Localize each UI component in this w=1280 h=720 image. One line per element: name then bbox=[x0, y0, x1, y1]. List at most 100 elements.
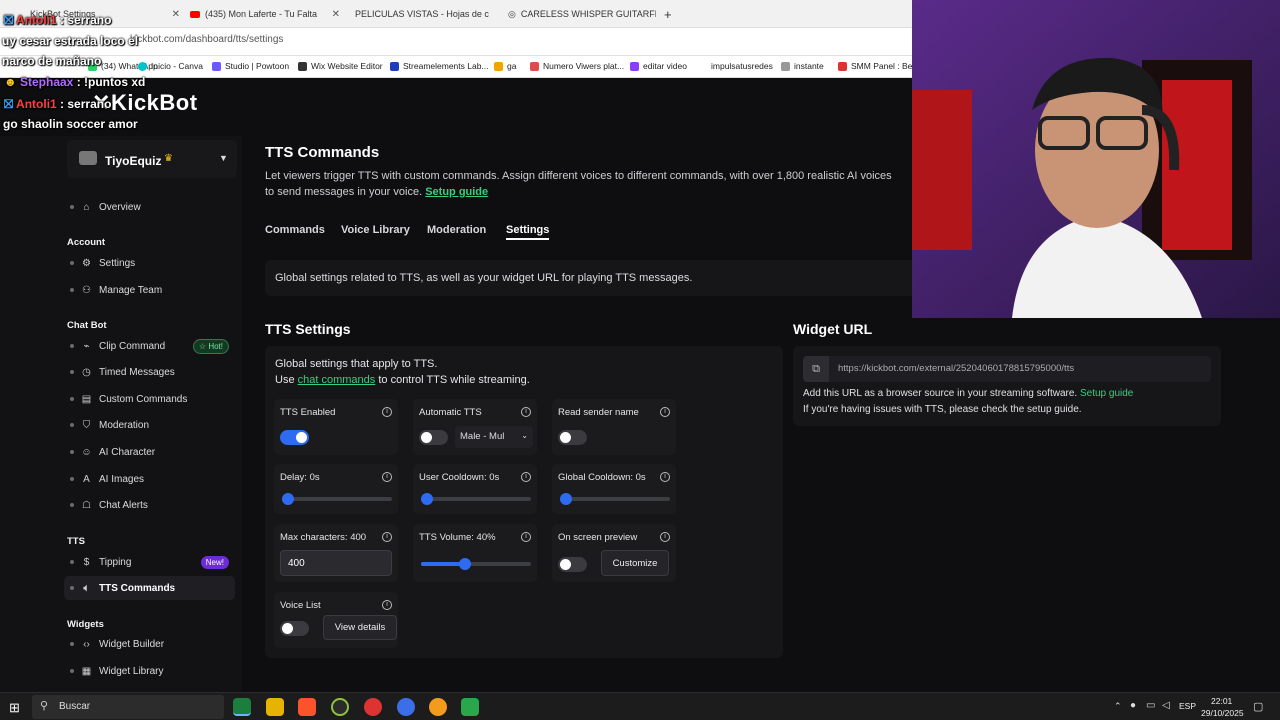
info-icon[interactable]: i bbox=[660, 532, 670, 542]
slider-thumb[interactable] bbox=[459, 558, 471, 570]
voice-select[interactable]: Male - Mul ⌄ bbox=[455, 426, 533, 448]
close-tab-icon[interactable]: ✕ bbox=[332, 9, 340, 20]
bookmark-item[interactable]: editar video bbox=[630, 61, 687, 71]
game-icon[interactable] bbox=[461, 698, 479, 716]
app-icon[interactable] bbox=[429, 698, 447, 716]
setup-guide-link[interactable]: Setup guide bbox=[425, 186, 488, 198]
bookmark-item[interactable]: Studio | Powtoon bbox=[212, 61, 289, 71]
volume-icon[interactable]: ◁ bbox=[1162, 700, 1170, 711]
global-cooldown-slider[interactable] bbox=[560, 493, 670, 505]
tab-careless-whisper[interactable]: ◎CARELESS WHISPER GUITARFL✕ bbox=[508, 4, 656, 24]
app-icon[interactable] bbox=[397, 698, 415, 716]
info-icon[interactable]: i bbox=[382, 532, 392, 542]
bullet bbox=[70, 205, 74, 209]
widget-setup-guide-link[interactable]: Setup guide bbox=[1080, 388, 1133, 399]
obs-icon[interactable] bbox=[364, 698, 382, 716]
bookmark-item[interactable]: instante bbox=[781, 61, 824, 71]
bookmark-item[interactable]: SMM Panel : Best bbox=[838, 61, 919, 71]
sidebar-item-clip-command[interactable]: ⌁ Clip Command ☆ Hot! bbox=[64, 334, 235, 358]
url-text[interactable]: kickbot.com/dashboard/tts/settings bbox=[130, 34, 283, 45]
page-description-line2: to send messages in your voice. Setup gu… bbox=[265, 186, 488, 198]
info-icon[interactable]: i bbox=[521, 532, 531, 542]
widget-url-card: ⧉ https://kickbot.com/external/252040601… bbox=[793, 346, 1221, 426]
close-tab-icon[interactable]: ✕ bbox=[494, 9, 495, 20]
widget-url-field[interactable]: ⧉ https://kickbot.com/external/252040601… bbox=[803, 356, 1211, 382]
info-icon[interactable]: i bbox=[382, 600, 392, 610]
app-icon[interactable] bbox=[331, 698, 349, 716]
chrome-icon[interactable] bbox=[233, 698, 251, 716]
setting-max-characters: Max characters: 400 i bbox=[274, 524, 398, 582]
slider-thumb[interactable] bbox=[282, 493, 294, 505]
bookmark-item[interactable]: Numero Viwers plat... bbox=[530, 61, 624, 71]
view-details-button[interactable]: View details bbox=[323, 615, 397, 640]
chat-message: uy cesar estrada loco el bbox=[2, 34, 139, 48]
windows-start-icon[interactable]: ⊞ bbox=[9, 700, 20, 716]
info-icon[interactable]: i bbox=[382, 407, 392, 417]
tab-settings[interactable]: Settings bbox=[506, 224, 550, 240]
brave-icon[interactable] bbox=[298, 698, 316, 716]
sidebar-item-ai-character[interactable]: ☺ AI Character bbox=[64, 440, 235, 464]
slider-thumb[interactable] bbox=[560, 493, 572, 505]
chevron-down-icon[interactable]: ▼ bbox=[219, 153, 228, 163]
bookmark-item[interactable]: Streamelements Lab... bbox=[390, 61, 489, 71]
clock-time[interactable]: 22:01 bbox=[1211, 696, 1232, 706]
copy-icon[interactable]: ⧉ bbox=[803, 356, 829, 382]
info-icon[interactable]: i bbox=[382, 472, 392, 482]
bookmark-item[interactable]: impulsatusredes bbox=[711, 61, 773, 71]
tts-enabled-toggle[interactable] bbox=[280, 430, 309, 445]
sidebar-item-tts-commands[interactable]: 🔈︎ TTS Commands bbox=[64, 576, 235, 600]
max-characters-input[interactable] bbox=[280, 550, 392, 576]
tab-commands[interactable]: Commands bbox=[265, 224, 325, 236]
bookmark-item[interactable]: Wix Website Editor bbox=[298, 61, 383, 71]
customize-button[interactable]: Customize bbox=[601, 550, 669, 576]
bookmark-label: SMM Panel : Best bbox=[851, 61, 920, 71]
new-tab-button[interactable]: + bbox=[664, 4, 678, 24]
sidebar-item-tipping[interactable]: $ Tipping New! bbox=[64, 550, 235, 574]
tab-sheets[interactable]: PELICULAS VISTAS - Hojas de c ✕ bbox=[350, 4, 495, 24]
sidebar-item-settings[interactable]: ⚙ Settings bbox=[64, 251, 235, 275]
network-icon[interactable]: ▭ bbox=[1146, 700, 1155, 711]
slider-thumb[interactable] bbox=[421, 493, 433, 505]
info-icon[interactable]: i bbox=[660, 472, 670, 482]
tab-voice-library[interactable]: Voice Library bbox=[341, 224, 410, 236]
sidebar-item-chat-alerts[interactable]: ☖ Chat Alerts bbox=[64, 493, 235, 517]
taskbar-search[interactable]: ⚲ Buscar bbox=[32, 695, 224, 719]
widget-url-text[interactable]: https://kickbot.com/external/25204060178… bbox=[838, 363, 1074, 374]
chevron-up-icon[interactable]: ⌃ bbox=[1114, 701, 1122, 712]
info-icon[interactable]: i bbox=[521, 407, 531, 417]
read-sender-toggle[interactable] bbox=[558, 430, 587, 445]
microphone-icon[interactable]: ● bbox=[1130, 700, 1136, 711]
sidebar-item-widget-builder[interactable]: ‹› Widget Builder bbox=[64, 632, 235, 656]
account-switcher[interactable]: TiyoEquiz ♛ ▼ bbox=[67, 140, 237, 178]
on-screen-preview-toggle[interactable] bbox=[558, 557, 587, 572]
chat-commands-link[interactable]: chat commands bbox=[298, 374, 376, 386]
chat-text: : serrano bbox=[60, 97, 112, 111]
sidebar-item-manage-team[interactable]: ⚇ Manage Team bbox=[64, 278, 235, 302]
clock-date[interactable]: 29/10/2025 bbox=[1201, 708, 1244, 718]
tts-volume-slider[interactable] bbox=[421, 558, 531, 570]
sidebar-item-widget-library[interactable]: ▦ Widget Library bbox=[64, 659, 235, 683]
notification-icon[interactable]: ▢ bbox=[1253, 700, 1263, 713]
delay-slider[interactable] bbox=[282, 493, 392, 505]
sidebar-item-ai-images[interactable]: A AI Images bbox=[64, 467, 235, 491]
tab-youtube[interactable]: (435) Mon Laferte - Tu Falta ✕ bbox=[190, 4, 340, 24]
voice-list-toggle[interactable] bbox=[280, 621, 309, 636]
sidebar-item-moderation[interactable]: ⛉ Moderation bbox=[64, 413, 235, 437]
tab-moderation[interactable]: Moderation bbox=[427, 224, 486, 236]
bookmark-item[interactable]: ga bbox=[494, 61, 516, 71]
file-explorer-icon[interactable] bbox=[266, 698, 284, 716]
sidebar-item-overview[interactable]: ⌂ Overview bbox=[64, 195, 235, 219]
language-indicator[interactable]: ESP bbox=[1179, 701, 1196, 711]
page-description: Let viewers trigger TTS with custom comm… bbox=[265, 170, 892, 182]
tab-label: (435) Mon Laferte - Tu Falta bbox=[205, 9, 318, 19]
close-tab-icon[interactable]: ✕ bbox=[172, 9, 180, 20]
setting-tts-volume: TTS Volume: 40% i bbox=[413, 524, 537, 582]
sidebar-item-timed-messages[interactable]: ◷ Timed Messages bbox=[64, 360, 235, 384]
user-cooldown-slider[interactable] bbox=[421, 493, 531, 505]
sidebar-item-custom-commands[interactable]: ▤ Custom Commands bbox=[64, 387, 235, 411]
bookmark-item[interactable]: Inicio - Canva bbox=[138, 61, 203, 71]
chat-username: Stephaax bbox=[19, 75, 74, 89]
info-icon[interactable]: i bbox=[660, 407, 670, 417]
info-icon[interactable]: i bbox=[521, 472, 531, 482]
automatic-tts-toggle[interactable] bbox=[419, 430, 448, 445]
